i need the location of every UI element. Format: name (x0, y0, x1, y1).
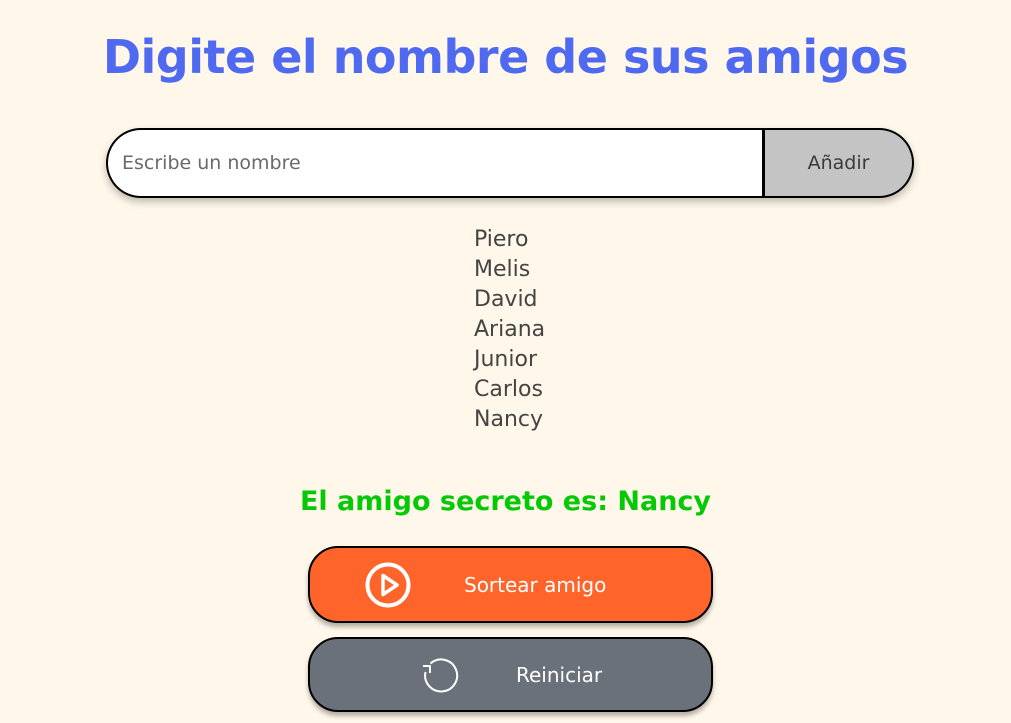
reset-button[interactable]: Reiniciar (308, 637, 713, 712)
result-prefix: El amigo secreto es: (299, 486, 618, 517)
list-item: Carlos (474, 377, 543, 402)
friends-list: Piero Melis David Ariana Junior Carlos N… (474, 225, 545, 435)
draw-friend-button[interactable]: Sortear amigo (308, 546, 713, 623)
add-friend-form: Añadir (106, 128, 914, 198)
restart-icon (423, 658, 459, 692)
list-item: Melis (474, 257, 531, 282)
result-message: El amigo secreto es: Nancy (0, 482, 1011, 522)
list-item: Nancy (474, 407, 543, 432)
list-item: Piero (474, 227, 529, 252)
reset-label: Reiniciar (516, 662, 603, 687)
name-input[interactable] (106, 128, 765, 198)
add-button[interactable]: Añadir (765, 128, 914, 198)
list-item: Junior (474, 347, 537, 372)
page: Digite el nombre de sus amigos Añadir Pi… (0, 0, 1011, 723)
list-item: David (474, 287, 538, 312)
page-title: Digite el nombre de sus amigos (102, 30, 909, 84)
list-item: Ariana (474, 317, 546, 342)
draw-friend-label: Sortear amigo (464, 572, 607, 597)
play-circle-icon (365, 562, 411, 607)
result-winner: Nancy (617, 486, 712, 517)
